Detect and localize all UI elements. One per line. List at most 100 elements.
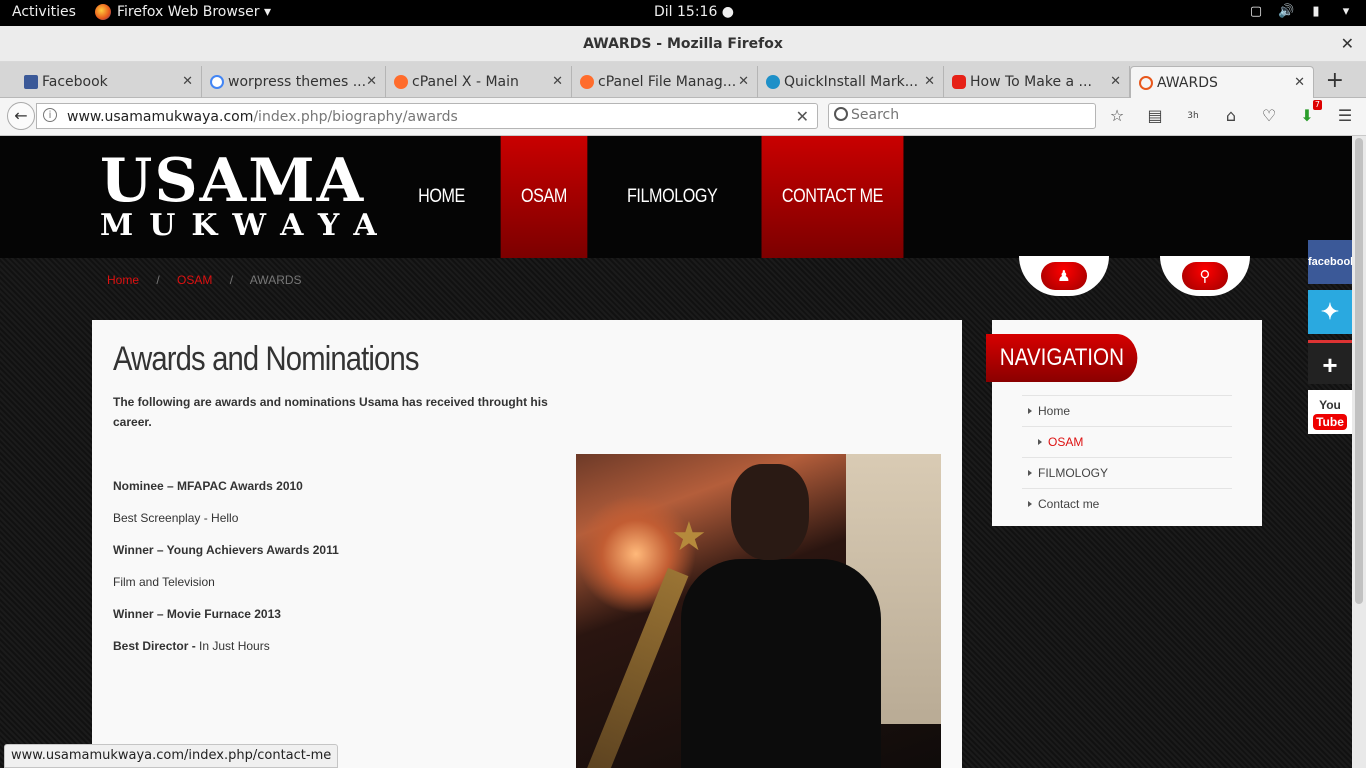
app-menu-label: Firefox Web Browser ▾ xyxy=(117,4,271,20)
award-entry: Best Director - In Just Hours xyxy=(113,636,339,668)
bookmark-star-icon[interactable]: ☆ xyxy=(1108,106,1126,126)
awards-list: Nominee – MFAPAC Awards 2010 Best Screen… xyxy=(113,476,339,668)
pocket-icon[interactable]: ♡ xyxy=(1260,106,1278,126)
sidebar-item-osam[interactable]: OSAM xyxy=(1022,426,1232,457)
url-path: /index.php/biography/awards xyxy=(253,109,458,125)
toolbar-icons: ☆ ▤ 3h ⌂ ♡ ⬇ 7 ☰ xyxy=(1108,100,1354,126)
article-content: Awards and Nominations The following are… xyxy=(92,320,962,768)
menu-item-home[interactable]: HOME xyxy=(398,136,486,258)
award-entry: Nominee – MFAPAC Awards 2010 xyxy=(113,479,303,493)
window-titlebar: AWARDS - Mozilla Firefox ✕ xyxy=(0,26,1366,62)
sidebar-title: NAVIGATION xyxy=(986,334,1138,382)
tab-awards[interactable]: AWARDS ✕ xyxy=(1130,66,1314,98)
twitter-bird-icon: ✦ xyxy=(1320,299,1340,324)
reading-list-icon[interactable]: ▤ xyxy=(1146,106,1164,126)
youtube-label-bottom: Tube xyxy=(1313,414,1347,430)
clock[interactable]: Dil 15:16 ● xyxy=(654,4,734,20)
tab-close-icon[interactable]: ✕ xyxy=(1110,74,1121,89)
activities-button[interactable]: Activities xyxy=(12,4,76,20)
google-favicon-icon xyxy=(210,75,224,89)
head xyxy=(731,464,809,560)
logo-line2: MUKWAYA xyxy=(100,208,393,243)
firefox-icon xyxy=(95,4,111,20)
user-button[interactable]: ♟ xyxy=(1041,262,1087,290)
award-entry: Winner – Movie Furnace 2013 xyxy=(113,607,281,621)
twitter-link[interactable]: ✦ xyxy=(1308,290,1352,334)
main-menu: HOME OSAM FILMOLOGY CONTACT ME xyxy=(390,136,916,258)
tab-close-icon[interactable]: ✕ xyxy=(924,74,935,89)
tab-cpanel-main[interactable]: cPanel X - Main ✕ xyxy=(386,66,572,98)
window-close-button[interactable]: ✕ xyxy=(1341,34,1354,53)
cpanel-favicon-icon xyxy=(580,75,594,89)
person-figure xyxy=(681,464,881,768)
sidebar-item-contact[interactable]: Contact me xyxy=(1022,488,1232,519)
system-tray[interactable]: ▢ 🔊 ▮ ▾ xyxy=(1248,4,1354,20)
site-search-button[interactable]: ⚲ xyxy=(1182,262,1228,290)
battery-icon: ▮ xyxy=(1312,4,1320,19)
breadcrumb-current: AWARDS xyxy=(249,273,302,287)
menu-item-osam[interactable]: OSAM xyxy=(500,136,588,258)
search-bar[interactable] xyxy=(828,103,1096,129)
award-entry: Best Screenplay - Hello xyxy=(113,511,239,525)
url-bar[interactable]: i www.usamamukwaya.com/index.php/biograp… xyxy=(36,103,818,129)
best-director-value: In Just Hours xyxy=(195,639,270,653)
tab-close-icon[interactable]: ✕ xyxy=(366,74,377,89)
search-input[interactable] xyxy=(851,107,1081,123)
home-icon[interactable]: ⌂ xyxy=(1222,106,1240,126)
facebook-favicon-icon xyxy=(24,75,38,89)
magnifier-icon: ⚲ xyxy=(1199,267,1211,285)
tab-google[interactable]: worpress themes ... ✕ xyxy=(202,66,386,98)
clear-url-icon[interactable]: ✕ xyxy=(796,107,809,126)
window-title: AWARDS - Mozilla Firefox xyxy=(583,36,783,52)
tab-facebook[interactable]: Facebook ✕ xyxy=(16,66,202,98)
tab-close-icon[interactable]: ✕ xyxy=(182,74,193,89)
tab-label: Facebook xyxy=(42,74,108,90)
tab-quickinstall[interactable]: QuickInstall Mark... ✕ xyxy=(758,66,944,98)
google-plus-link[interactable]: + xyxy=(1308,340,1352,384)
tab-label: worpress themes ... xyxy=(228,74,367,90)
sidebar-item-home[interactable]: Home xyxy=(1022,395,1232,426)
social-links: facebook ✦ + You Tube xyxy=(1308,240,1352,440)
tab-close-icon[interactable]: ✕ xyxy=(738,74,749,89)
tab-bar: Facebook ✕ worpress themes ... ✕ cPanel … xyxy=(0,62,1366,98)
tab-youtube[interactable]: How To Make a ... ✕ xyxy=(944,66,1130,98)
sidebar-item-filmology[interactable]: FILMOLOGY xyxy=(1022,457,1232,488)
youtube-link[interactable]: You Tube xyxy=(1308,390,1352,434)
award-photo: ★ xyxy=(576,454,941,768)
download-icon[interactable]: ⬇ 7 xyxy=(1298,100,1322,126)
menu-item-filmology[interactable]: FILMOLOGY xyxy=(607,136,738,258)
award-entry: Winner – Young Achievers Awards 2011 xyxy=(113,543,339,557)
scrollbar-thumb[interactable] xyxy=(1355,138,1363,604)
info-icon[interactable]: i xyxy=(43,108,57,122)
breadcrumb-osam[interactable]: OSAM xyxy=(177,273,212,287)
volume-icon: 🔊 xyxy=(1278,4,1295,19)
site-logo[interactable]: USAMA MUKWAYA xyxy=(100,150,393,242)
sync-counter-icon[interactable]: 3h xyxy=(1184,106,1202,126)
url-domain: www.usamamukwaya.com xyxy=(67,109,254,125)
breadcrumb: Home / OSAM / AWARDS xyxy=(107,273,302,287)
tab-label: QuickInstall Mark... xyxy=(784,74,919,90)
best-director-label: Best Director - xyxy=(113,639,196,653)
cpanel-favicon-icon xyxy=(394,75,408,89)
tab-close-icon[interactable]: ✕ xyxy=(1294,75,1305,90)
url-text[interactable]: www.usamamukwaya.com/index.php/biography… xyxy=(67,109,458,125)
navigation-toolbar: ← i www.usamamukwaya.com/index.php/biogr… xyxy=(0,98,1366,136)
tab-close-icon[interactable]: ✕ xyxy=(552,74,563,89)
login-tab: ♟ xyxy=(1019,256,1109,302)
suit xyxy=(681,559,881,768)
sidebar-list: Home OSAM FILMOLOGY Contact me xyxy=(1022,395,1232,519)
breadcrumb-separator: / xyxy=(229,273,234,287)
back-button[interactable]: ← xyxy=(7,102,35,130)
breadcrumb-home[interactable]: Home xyxy=(107,273,139,287)
tab-label: cPanel File Manag... xyxy=(598,74,737,90)
menu-item-contact[interactable]: CONTACT ME xyxy=(761,136,904,258)
new-tab-button[interactable]: + xyxy=(1326,68,1344,93)
tab-cpanel-file-manager[interactable]: cPanel File Manag... ✕ xyxy=(572,66,758,98)
window-icon: ▢ xyxy=(1249,4,1263,19)
facebook-link[interactable]: facebook xyxy=(1308,240,1352,284)
vertical-scrollbar[interactable] xyxy=(1352,136,1366,768)
app-menu[interactable]: Firefox Web Browser ▾ xyxy=(95,4,271,20)
intro-text: The following are awards and nominations… xyxy=(113,395,548,429)
web-page: USAMA MUKWAYA HOME OSAM FILMOLOGY CONTAC… xyxy=(0,136,1352,768)
hamburger-menu-icon[interactable]: ☰ xyxy=(1336,106,1354,126)
